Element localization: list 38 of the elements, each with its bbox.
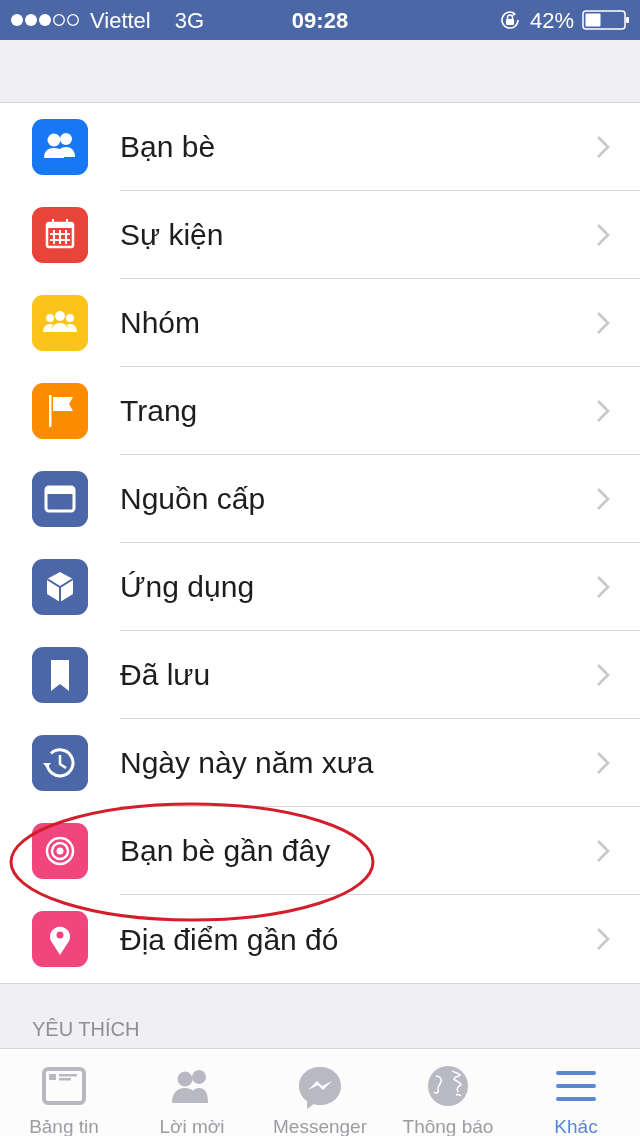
menu-label: Trang (120, 393, 199, 429)
menu-item[interactable]: Ứng dụng (0, 543, 640, 631)
menu-label: Bạn bè (120, 129, 217, 165)
menu-item[interactable]: Đã lưu (0, 631, 640, 719)
menu-label: Ngày này năm xưa (120, 745, 375, 781)
menu-item[interactable]: Bạn bè gần đây (0, 807, 640, 895)
menu-label: Sự kiện (120, 217, 225, 253)
signal-icon (10, 13, 82, 27)
menu-label: Địa điểm gần đó (120, 921, 340, 958)
menu-label: Ứng dụng (120, 569, 256, 605)
menu-item[interactable]: Ngày này năm xưa (0, 719, 640, 807)
menu-item[interactable]: Trang (0, 367, 640, 455)
menu-item[interactable]: Sự kiện (0, 191, 640, 279)
menu-item[interactable]: Nhóm (0, 279, 640, 367)
menu-label: Nhóm (120, 305, 202, 341)
chevron-icon (596, 398, 610, 423)
tab-label[interactable]: Khác (554, 1113, 598, 1136)
chevron-icon (596, 838, 610, 863)
battery-percent: 42% (529, 6, 574, 35)
clock: 09:28 (291, 6, 349, 35)
network-type: 3G (174, 6, 205, 35)
menu-label: Nguồn cấp (120, 481, 267, 517)
chevron-icon (596, 134, 610, 159)
chevron-icon (596, 927, 610, 951)
carrier-name: Viettel (90, 6, 151, 35)
chevron-icon (596, 310, 610, 335)
section-header: YÊU THÍCH (32, 1018, 140, 1040)
menu-item[interactable]: Bạn bè (0, 103, 640, 191)
menu-label: Đã lưu (120, 657, 212, 693)
chevron-icon (596, 662, 610, 687)
menu-item[interactable]: Địa điểm gần đó (0, 895, 640, 983)
chevron-icon (596, 574, 610, 599)
battery-icon (582, 10, 630, 30)
menu-item[interactable]: Nguồn cấp (0, 455, 640, 543)
menu-label: Bạn bè gần đây (120, 833, 332, 869)
chevron-icon (596, 222, 610, 247)
chevron-icon (596, 486, 610, 511)
chevron-icon (596, 750, 610, 775)
